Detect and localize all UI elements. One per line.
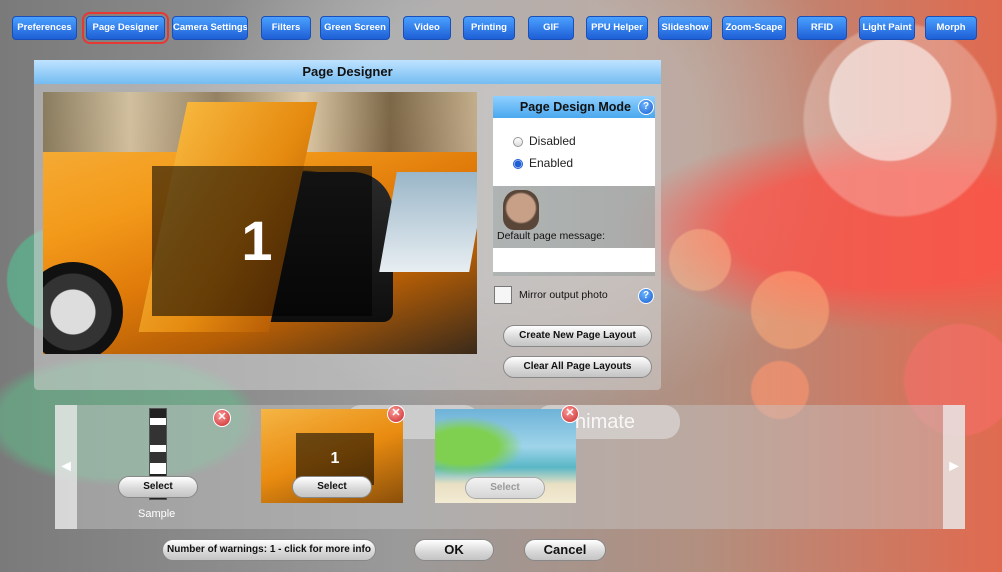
warnings-button[interactable]: Number of warnings: 1 - click for more i… <box>162 539 376 561</box>
tab-green-screen[interactable]: Green Screen <box>320 16 390 40</box>
tab-camera-settings[interactable]: Camera Settings <box>172 16 248 40</box>
panel-title: Page Designer <box>34 60 661 84</box>
mode-help-icon[interactable]: ? <box>638 99 654 115</box>
select-palm-layout-button[interactable]: Select <box>465 477 545 499</box>
clear-all-page-layouts-button[interactable]: Clear All Page Layouts <box>503 356 652 378</box>
radio-disabled-label: Disabled <box>529 134 576 148</box>
radio-disabled-button[interactable] <box>513 136 523 147</box>
radio-enabled-button[interactable] <box>513 158 523 169</box>
tab-video[interactable]: Video <box>403 16 451 40</box>
tab-page-designer[interactable]: Page Designer <box>82 12 169 44</box>
tab-printing[interactable]: Printing <box>463 16 515 40</box>
photo-slot-number: 1 <box>241 209 273 272</box>
radio-enabled-label: Enabled <box>529 156 574 170</box>
page-design-mode-header: Page Design Mode <box>493 96 655 118</box>
mirror-output-label: Mirror output photo <box>519 289 608 301</box>
ok-button[interactable]: OK <box>414 539 494 561</box>
select-layout-1-button[interactable]: Select <box>292 476 372 498</box>
create-new-page-layout-button[interactable]: Create New Page Layout <box>503 325 652 347</box>
mirror-output-checkbox[interactable] <box>494 286 512 304</box>
default-page-message-input[interactable] <box>493 248 655 272</box>
default-page-message-label: Default page message: <box>497 230 605 242</box>
select-sample-layout-button[interactable]: Select <box>118 476 198 498</box>
tab-preferences[interactable]: Preferences <box>12 16 77 40</box>
cancel-button[interactable]: Cancel <box>524 539 606 561</box>
sample-caption: Sample <box>138 508 176 520</box>
tab-ppu-helper[interactable]: PPU Helper <box>586 16 648 40</box>
tab-slideshow[interactable]: Slideshow <box>658 16 712 40</box>
tab-gif[interactable]: GIF <box>528 16 574 40</box>
tab-filters[interactable]: Filters <box>261 16 311 40</box>
camera-face-thumbnail <box>503 190 539 230</box>
preview-car-window <box>379 172 477 272</box>
strip-right-arrow[interactable]: ► <box>943 405 965 529</box>
strip-left-arrow[interactable]: ◄ <box>55 405 77 529</box>
radio-disabled[interactable]: Disabled <box>513 133 576 149</box>
page-design-mode-title: Page Design Mode <box>519 100 631 114</box>
tab-rfid[interactable]: RFID <box>797 16 847 40</box>
remove-layout-1-icon[interactable]: ✕ <box>387 405 405 423</box>
remove-palm-layout-icon[interactable]: ✕ <box>561 405 579 423</box>
page-preview-image[interactable]: 1 <box>43 92 477 354</box>
preview-car-wheel <box>43 262 123 354</box>
tab-zoom-scape[interactable]: Zoom-Scape <box>722 16 786 40</box>
radio-enabled[interactable]: Enabled <box>513 155 573 171</box>
mirror-help-icon[interactable]: ? <box>638 288 654 304</box>
page-design-mode-options: Disabled Enabled <box>493 118 655 186</box>
tab-light-paint[interactable]: Light Paint <box>859 16 915 40</box>
tab-morph[interactable]: Morph <box>925 16 977 40</box>
remove-sample-layout-icon[interactable]: ✕ <box>213 409 231 427</box>
